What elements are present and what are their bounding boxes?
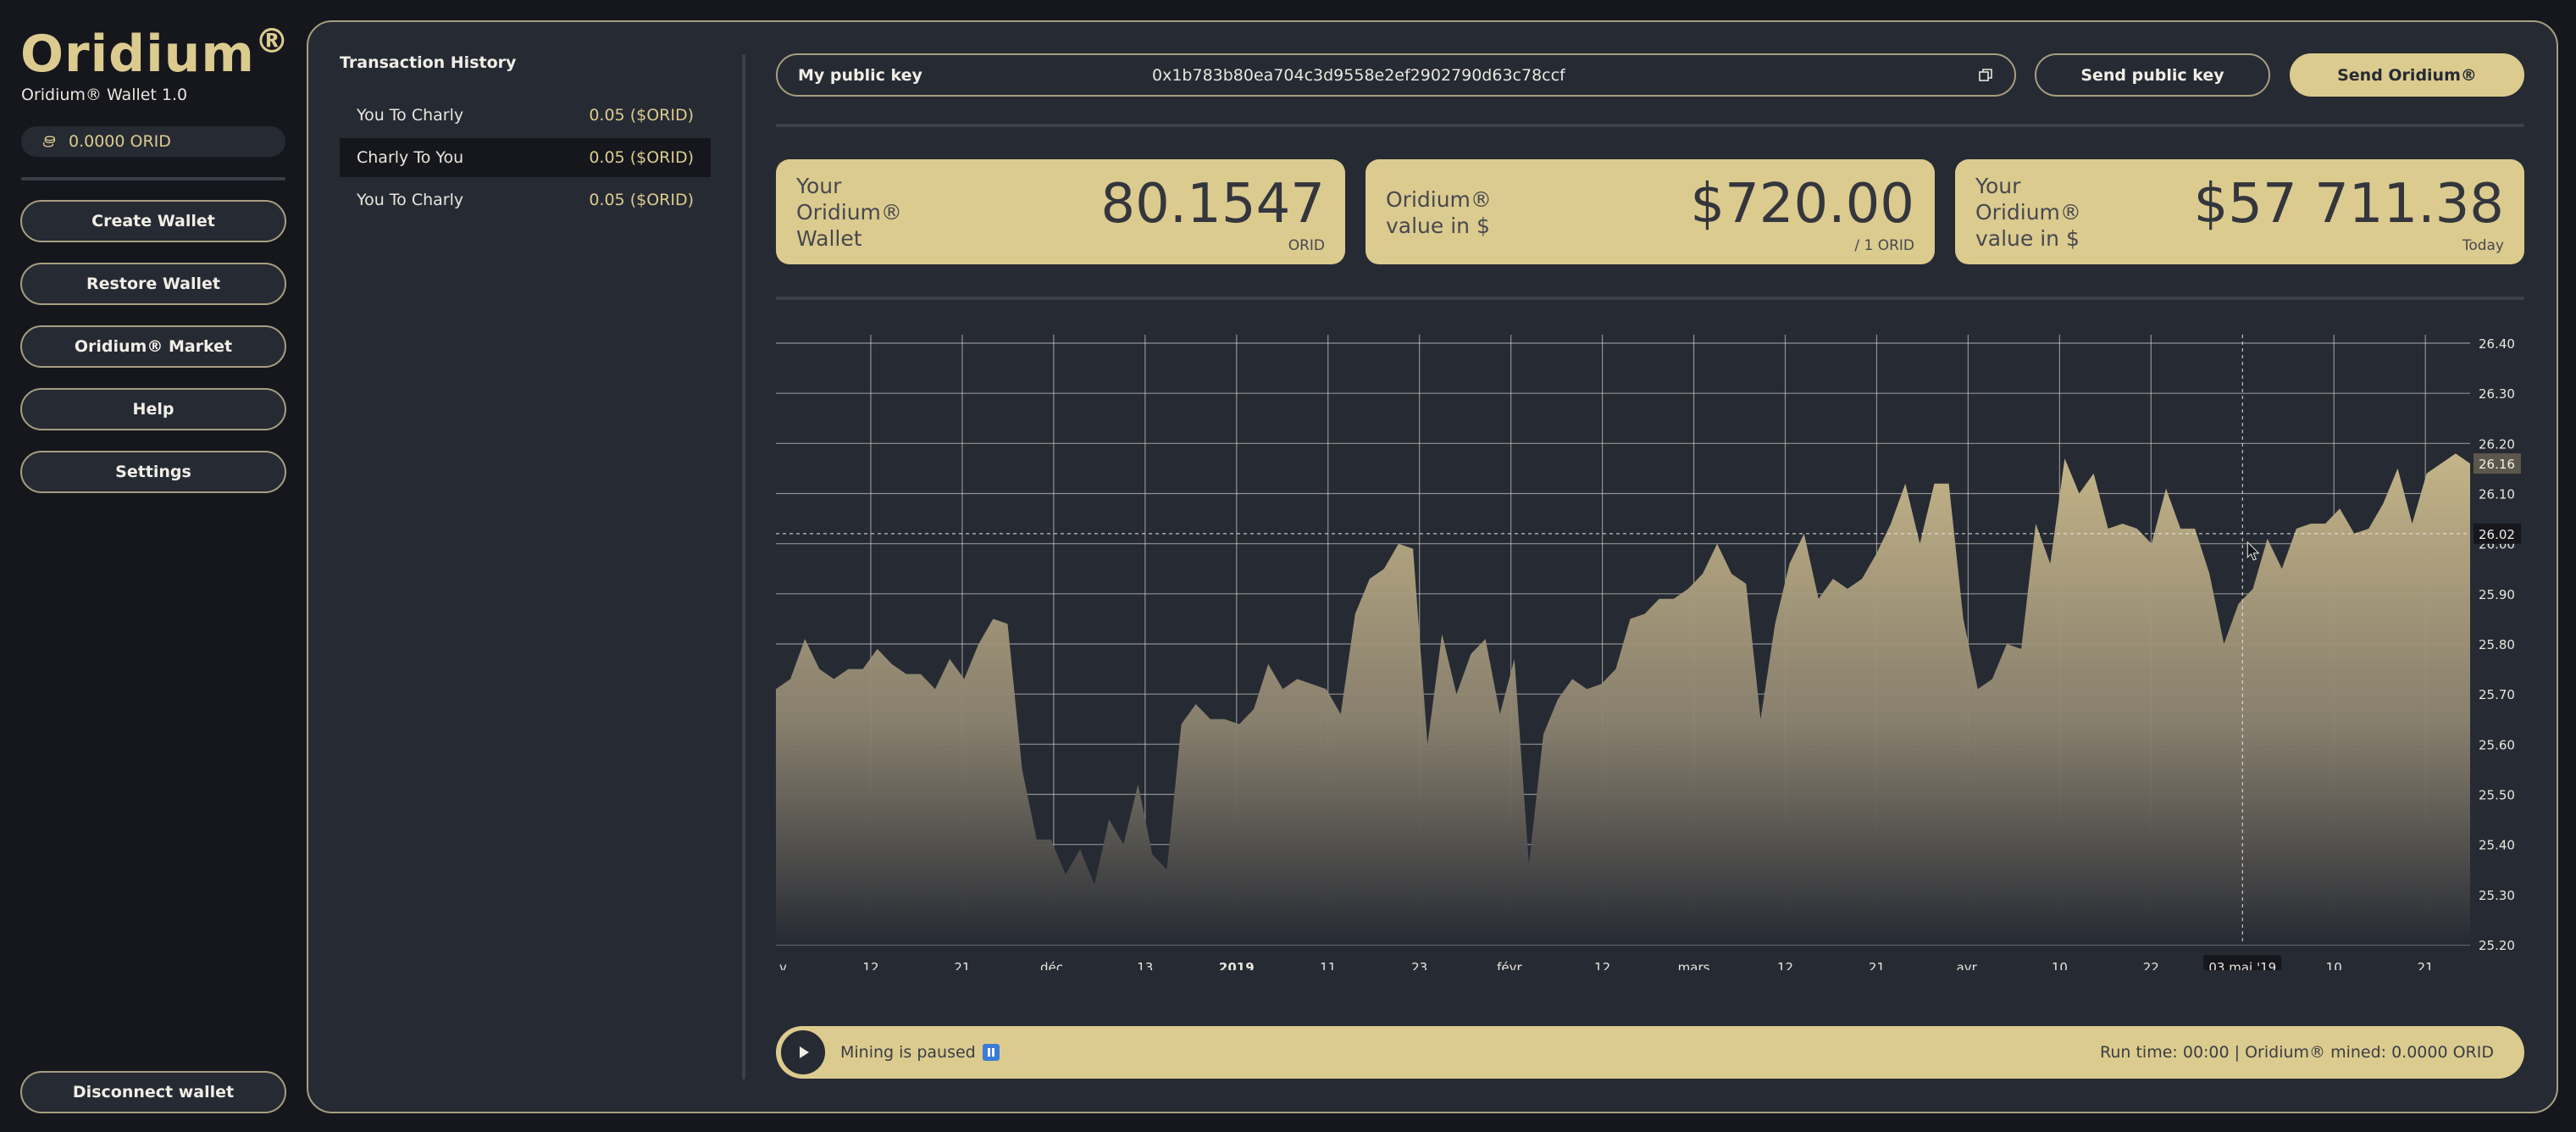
transaction-label: Charly To You [357, 148, 464, 167]
wallet-balance-card: Your Oridium® Wallet 80.1547 ORID [776, 159, 1345, 264]
y-tick-label: 26.10 [2479, 487, 2515, 502]
x-tick-label: 22 [2143, 960, 2159, 970]
x-tick-label: 12 [1777, 960, 1793, 970]
transaction-amount: 0.05 ($ORID) [589, 148, 694, 167]
x-tick-label: 10 [2326, 960, 2342, 970]
x-tick-label: 23 [1411, 960, 1427, 970]
last-price-label: 26.16 [2479, 457, 2515, 472]
transaction-history-title: Transaction History [340, 53, 517, 72]
public-key-value: 0x1b783b80ea704c3d9558e2ef2902790d63c78c… [1152, 65, 1565, 85]
send-public-key-button[interactable]: Send public key [2035, 53, 2270, 97]
mouse-cursor-icon [2246, 541, 2260, 561]
transaction-label: You To Charly [357, 191, 464, 209]
x-tick-label: 11 [1320, 960, 1336, 970]
x-tick-label: 21 [1869, 960, 1885, 970]
disconnect-wallet-button[interactable]: Disconnect wallet [20, 1071, 286, 1113]
cards-divider [776, 297, 2524, 300]
y-tick-label: 25.20 [2479, 938, 2515, 953]
settings-button[interactable]: Settings [20, 451, 286, 493]
card-subtext: ORID [1288, 237, 1325, 254]
price-card: Oridium® value in $ $720.00 / 1 ORID [1366, 159, 1935, 264]
x-tick-label: 13 [1137, 960, 1153, 970]
y-tick-label: 25.50 [2479, 788, 2515, 803]
public-key-label: My public key [798, 65, 922, 85]
create-wallet-button[interactable]: Create Wallet [20, 200, 286, 242]
x-tick-label: v. [779, 960, 789, 970]
card-label: Oridium® value in $ [1386, 187, 1492, 238]
play-icon [800, 1046, 809, 1058]
card-value: $720.00 [1690, 173, 1914, 236]
y-tick-label: 25.90 [2479, 587, 2515, 602]
restore-wallet-button[interactable]: Restore Wallet [20, 263, 286, 305]
app-version: Oridium® Wallet 1.0 [21, 86, 188, 104]
coin-stack-icon [43, 136, 55, 147]
mining-status-bar: Mining is paused Run time: 00:00 | Oridi… [776, 1026, 2524, 1079]
transaction-label: You To Charly [357, 106, 464, 125]
y-tick-label: 25.30 [2479, 888, 2515, 903]
wallet-value-card: Your Oridium® value in $ $57 711.38 Today [1955, 159, 2524, 264]
x-tick-label: déc. [1040, 960, 1067, 970]
transaction-row[interactable]: Charly To You 0.05 ($ORID) [340, 138, 711, 177]
send-oridium-button[interactable]: Send Oridium® [2290, 53, 2524, 97]
public-key-field: My public key 0x1b783b80ea704c3d9558e2ef… [776, 53, 2016, 97]
x-tick-label: 12 [1594, 960, 1610, 970]
copy-icon[interactable] [1977, 67, 1994, 84]
market-button[interactable]: Oridium® Market [20, 325, 286, 368]
card-subtext: Today [2462, 237, 2504, 254]
card-label: Your Oridium® value in $ [1975, 174, 2081, 251]
card-subtext: / 1 ORID [1854, 237, 1914, 254]
price-area [776, 453, 2470, 945]
y-tick-label: 26.30 [2479, 386, 2515, 402]
price-chart[interactable]: 26.40 26.30 26.20 26.10 26.00 25.90 25.80 25.70… [776, 326, 2524, 979]
y-tick-label: 26.40 [2479, 336, 2515, 352]
x-tick-label: 21 [954, 960, 970, 970]
card-value: 80.1547 [1100, 173, 1325, 236]
y-tick-label: 25.60 [2479, 737, 2515, 752]
balance-value: 0.0000 ORID [69, 132, 171, 151]
mining-status-text: Mining is paused [840, 1043, 976, 1062]
y-tick-label: 25.70 [2479, 687, 2515, 702]
header-divider [776, 124, 2524, 127]
x-tick-label: 12 [862, 960, 878, 970]
transaction-amount: 0.05 ($ORID) [589, 191, 694, 209]
x-tick-label: 21 [2418, 960, 2434, 970]
pause-icon [982, 1044, 1000, 1061]
crosshair-price-label: 26.02 [2479, 527, 2515, 542]
card-label: Your Oridium® Wallet [796, 174, 902, 251]
x-tick-label: 10 [2052, 960, 2068, 970]
x-tick-label: avr. [1957, 960, 1980, 970]
app-logo: Oridium® [20, 22, 290, 84]
play-button[interactable] [781, 1030, 825, 1074]
y-tick-label: 25.80 [2479, 637, 2515, 652]
sidebar-divider [21, 177, 285, 180]
mining-runtime: Run time: 00:00 | Oridium® mined: 0.0000… [2100, 1043, 2494, 1062]
y-tick-label: 26.20 [2479, 436, 2515, 452]
panel-divider [742, 54, 745, 1079]
price-chart-svg[interactable]: 26.4026.3026.2026.1026.0025.9025.8025.70… [776, 326, 2524, 979]
x-tick-label: mars [1678, 960, 1710, 970]
balance-display: 0.0000 ORID [21, 126, 285, 157]
transaction-row[interactable]: You To Charly 0.05 ($ORID) [340, 180, 711, 219]
card-value: $57 711.38 [2193, 173, 2504, 236]
transaction-row[interactable]: You To Charly 0.05 ($ORID) [340, 96, 711, 135]
x-tick-label: 2019 [1219, 960, 1255, 970]
sidebar: Oridium® Oridium® Wallet 1.0 0.0000 ORID… [0, 0, 305, 1132]
x-tick-label: févr. [1497, 960, 1525, 970]
x-tick-label: 03 mai '19 [2208, 960, 2276, 970]
y-tick-label: 25.40 [2479, 838, 2515, 853]
help-button[interactable]: Help [20, 388, 286, 430]
transaction-amount: 0.05 ($ORID) [589, 106, 694, 125]
